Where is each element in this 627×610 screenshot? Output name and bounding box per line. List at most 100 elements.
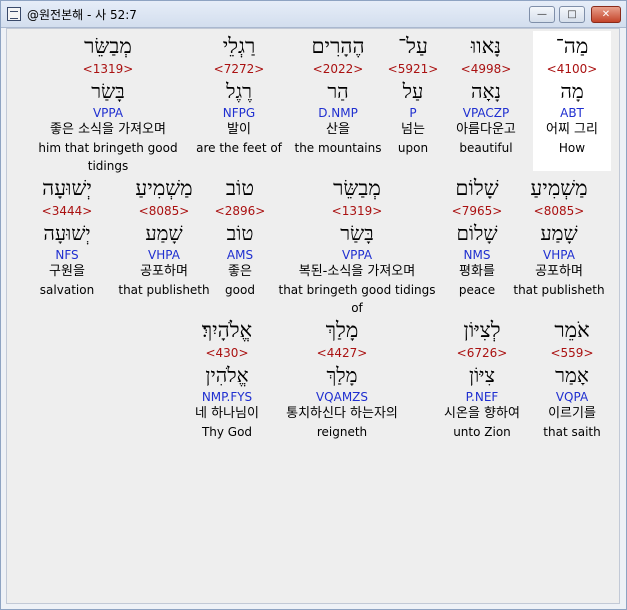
word-cell[interactable]: הֶהָרִים <2022> הַר D.NMP 산을 the mountai… [288, 31, 388, 157]
word-cell[interactable]: טוֹב <2896> טוֹב AMS 좋은 good [210, 173, 270, 299]
strong-number: <3444> [41, 204, 93, 218]
word-cell[interactable]: עַל־ <5921> עַל P 넘는 upon [383, 31, 443, 157]
verse-row: מְבַשֵּׂר <1319> בָּשַׂר VPPA 좋은 소식을 가져오… [7, 31, 619, 173]
word-cell[interactable]: מְבַשֵּׂר <1319> בָּשַׂר VPPA 좋은 소식을 가져오… [33, 31, 183, 173]
korean-gloss: 산을 [326, 122, 350, 137]
hebrew-lemma: נָאָה [470, 79, 501, 103]
hebrew-lemma: שָׁמַע [145, 221, 183, 245]
korean-gloss: 아름다운고 [456, 122, 516, 137]
hebrew-word: מַשְׁמִיעַ [135, 176, 193, 200]
title-bar[interactable]: @원전본해 - 사 52:7 — □ ✕ [1, 1, 626, 28]
hebrew-word: רַגְלֵי [222, 34, 256, 58]
parse-code: NMS [463, 248, 491, 262]
hebrew-lemma: עַל [402, 79, 424, 103]
window-title: @원전본해 - 사 52:7 [27, 8, 137, 22]
word-cell-selected[interactable]: מַה־ <4100> מָה ABT 어찌 그리 How [533, 31, 611, 171]
word-cell[interactable]: לְצִיּוֹן <6726> צִיּוֹן P.NEF 시온을 향하여 u… [427, 315, 537, 441]
hebrew-word: אֹמֵר [554, 318, 590, 342]
parse-code: VQPA [555, 390, 589, 404]
hebrew-word: הֶהָרִים [311, 34, 365, 58]
hebrew-lemma: הַר [327, 79, 349, 103]
parse-code: NMP.FYS [201, 390, 253, 404]
word-cell[interactable]: רַגְלֵי <7272> רֶגֶל NFPG 발이 are the fee… [174, 31, 304, 157]
hebrew-lemma: רֶגֶל [226, 79, 252, 103]
english-gloss: that publisheth [513, 283, 605, 297]
word-cell[interactable]: מַשְׁמִיעַ <8085> שָׁמַע VHPA 공포하며 that … [513, 173, 605, 299]
interlinear-view: מְבַשֵּׂר <1319> בָּשַׂר VPPA 좋은 소식을 가져오… [6, 28, 620, 604]
english-gloss: peace [458, 283, 496, 297]
hebrew-word: מָלַךְ [325, 318, 359, 342]
word-cell[interactable]: מַשְׁמִיעַ <8085> שָׁמַע VHPA 공포하며 that … [114, 173, 214, 299]
korean-gloss: 좋은 [228, 264, 252, 279]
maximize-button[interactable]: □ [559, 6, 585, 23]
hebrew-lemma: אָמַר [555, 363, 589, 387]
hebrew-lemma: טוֹב [226, 221, 254, 245]
verse-row: אֱלֹהָיִךְ׃ <430> אֱלֹהִין NMP.FYS 네 하나님… [7, 315, 619, 455]
hebrew-lemma: בָּשַׂר [340, 221, 374, 245]
word-cell[interactable]: יְשׁוּעָה <3444> יְשׁוּעָה NFS 구원을 salva… [27, 173, 107, 299]
parse-code: D.NMP [318, 106, 358, 120]
app-window: @원전본해 - 사 52:7 — □ ✕ מְבַשֵּׂר <1319> בָ… [0, 0, 627, 610]
parse-code: ABT [560, 106, 584, 120]
korean-gloss: 복된-소식을 가져오며 [298, 264, 416, 279]
korean-gloss: 네 하나님이 [195, 406, 259, 421]
minimize-button[interactable]: — [529, 6, 555, 23]
hebrew-word: יְשׁוּעָה [42, 176, 92, 200]
korean-gloss: 넘는 [401, 122, 425, 137]
word-cell[interactable]: מְבַשֵּׂר <1319> בָּשַׂר VPPA 복된-소식을 가져오… [271, 173, 443, 315]
hebrew-lemma: אֱלֹהִין [205, 363, 249, 387]
korean-gloss: 통치하신다 하는자의 [286, 406, 398, 421]
strong-number: <4998> [460, 62, 512, 76]
korean-gloss: 공포하며 [535, 264, 583, 279]
parse-code: P [409, 106, 417, 120]
parse-code: VQAMZS [315, 390, 369, 404]
english-gloss: salvation [39, 283, 95, 297]
english-gloss: reigneth [316, 425, 368, 439]
korean-gloss: 구원을 [49, 264, 85, 279]
parse-code: NFS [55, 248, 79, 262]
hebrew-word: מְבַשֵּׂר [84, 34, 132, 58]
korean-gloss: 이르기를 [548, 406, 596, 421]
english-gloss: unto Zion [453, 425, 511, 439]
hebrew-word: מְבַשֵּׂר [333, 176, 381, 200]
hebrew-lemma: שָׁמַע [540, 221, 578, 245]
english-gloss: that saith [543, 425, 601, 439]
word-cell[interactable]: מָלַךְ <4427> מָלַךְ VQAMZS 통치하신다 하는자의 r… [267, 315, 417, 441]
word-cell[interactable]: אֹמֵר <559> אָמַר VQPA 이르기를 that saith [533, 315, 611, 441]
word-cell[interactable]: שָׁלוֹם <7965> שָׁלוֹם NMS 평화를 peace [443, 173, 511, 299]
hebrew-lemma: מָה [560, 79, 584, 103]
english-gloss: How [558, 141, 586, 155]
parse-code: P.NEF [465, 390, 499, 404]
strong-number: <6726> [456, 346, 508, 360]
parse-code: AMS [226, 248, 254, 262]
close-button[interactable]: ✕ [591, 6, 621, 23]
english-gloss: beautiful [459, 141, 513, 155]
hebrew-word: מַשְׁמִיעַ [530, 176, 588, 200]
word-cell[interactable]: אֱלֹהָיִךְ׃ <430> אֱלֹהִין NMP.FYS 네 하나님… [177, 315, 277, 441]
hebrew-word: אֱלֹהָיִךְ׃ [201, 318, 253, 342]
english-gloss: are the feet of [196, 141, 282, 155]
english-gloss: good [225, 283, 255, 297]
hebrew-word: טוֹב [225, 176, 255, 200]
english-gloss: that bringeth good tidings of [278, 283, 436, 315]
hebrew-word: לְצִיּוֹן [463, 318, 501, 342]
word-cell[interactable]: נָּאווּ <4998> נָאָה VPACZP 아름다운고 beauti… [446, 31, 526, 157]
hebrew-word: עַל־ [398, 34, 428, 58]
strong-number: <2896> [214, 204, 266, 218]
hebrew-word: מַה־ [555, 34, 589, 58]
hebrew-lemma: מָלַךְ [326, 363, 358, 387]
strong-number: <8085> [138, 204, 190, 218]
parse-code: VPPA [92, 106, 124, 120]
hebrew-word: שָׁלוֹם [455, 176, 499, 200]
english-gloss: that publisheth [118, 283, 210, 297]
app-icon [7, 7, 21, 21]
parse-code: VPACZP [462, 106, 510, 120]
english-gloss: Thy God [201, 425, 253, 439]
parse-code: VPPA [341, 248, 373, 262]
hebrew-word: נָּאווּ [470, 34, 502, 58]
english-gloss: upon [397, 141, 429, 155]
hebrew-lemma: בָּשַׂר [91, 79, 125, 103]
korean-gloss: 평화를 [459, 264, 495, 279]
strong-number: <4427> [316, 346, 368, 360]
parse-code: NFPG [222, 106, 256, 120]
